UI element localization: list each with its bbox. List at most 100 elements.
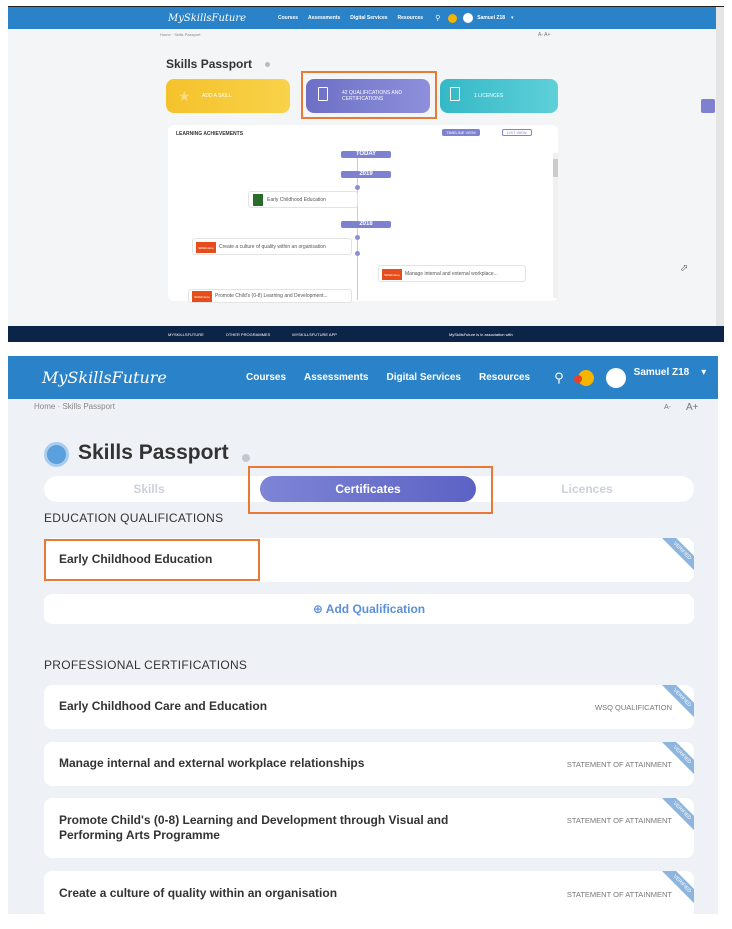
passport-icon (44, 442, 69, 467)
page-title: Skills Passport (78, 441, 229, 464)
certification-type: STATEMENT OF ATTAINMENT (566, 760, 672, 769)
avatar (463, 13, 474, 23)
add-skill-label: ADD A SKILL (202, 93, 232, 99)
timeline-item[interactable]: SkillsFuture Create a culture of quality… (192, 238, 352, 255)
chevron-down-icon: ▾ (701, 367, 707, 378)
chevron-down-icon: ▾ (511, 15, 514, 21)
top-navbar: MySkillsFuture Courses Assessments Digit… (8, 7, 724, 29)
nav-courses[interactable]: Courses (246, 372, 286, 383)
timeline-item[interactable]: Early Childhood Education (248, 191, 358, 208)
certification-name: Early Childhood Care and Education (59, 699, 268, 713)
user-name: Samuel Z18 (477, 15, 506, 21)
search-icon[interactable]: ⚲ (435, 14, 440, 22)
skills-passport-overview-screen: MySkillsFuture Courses Assessments Digit… (8, 6, 724, 342)
timeline-dot (355, 235, 360, 240)
certification-type: WSQ QUALIFICATION (595, 703, 672, 712)
page-scrollbar[interactable] (716, 7, 724, 342)
decrease-font-button[interactable]: A- (664, 404, 671, 411)
add-qualification-button[interactable]: ⊕ Add Qualification (44, 594, 694, 624)
certification-row[interactable]: Early Childhood Care and Education WSQ Q… (44, 685, 694, 729)
certification-row[interactable]: Promote Child's (0-8) Learning and Devel… (44, 798, 694, 858)
licence-icon (450, 87, 460, 101)
nav-links: Courses Assessments Digital Services Res… (278, 15, 423, 21)
info-icon[interactable] (242, 454, 250, 462)
notification-icon[interactable] (573, 369, 594, 386)
increase-font-button[interactable]: A+ (686, 402, 699, 413)
certification-row[interactable]: Create a culture of quality within an or… (44, 871, 694, 914)
search-icon[interactable]: ⚲ (554, 370, 564, 386)
timeline-item-label: Promote Child's (0-8) Learning and Devel… (215, 293, 328, 299)
verified-ribbon: VERIFIED (660, 538, 694, 573)
page-title: Skills Passport (166, 57, 253, 71)
breadcrumb[interactable]: Home · Skills Passport (34, 402, 115, 411)
notification-icon[interactable] (448, 13, 458, 23)
footer-text: MySkillsFuture is in association with (448, 331, 513, 337)
certification-name: Promote Child's (0-8) Learning and Devel… (59, 813, 449, 842)
breadcrumb[interactable]: Home · Skills Passport (160, 32, 200, 37)
year-pill-2018: 2018 (341, 221, 391, 228)
licences-label: 1 LICENCES (474, 93, 504, 99)
panel-title: LEARNING ACHIEVEMENTS (176, 131, 244, 137)
top-navbar: MySkillsFuture Courses Assessments Digit… (8, 356, 718, 399)
footer-link[interactable]: OTHER PROGRAMMES (226, 332, 270, 337)
certification-name: Manage internal and external workplace r… (59, 756, 365, 770)
learning-achievements-panel: LEARNING ACHIEVEMENTS TIMELINE VIEW LIST… (168, 125, 558, 303)
certification-type: STATEMENT OF ATTAINMENT (566, 816, 672, 825)
side-widget-button[interactable] (701, 99, 715, 113)
timeline-item-label: Manage internal and external workplace..… (405, 270, 498, 277)
skillsfuture-logo: SkillsFuture (196, 242, 216, 253)
add-skill-card[interactable]: ★ ADD A SKILL (166, 79, 290, 113)
star-icon: ★ (178, 88, 191, 104)
tab-skills[interactable]: Skills (84, 476, 214, 502)
avatar (605, 367, 626, 388)
timeline-item-label: Create a culture of quality within an or… (219, 243, 326, 250)
cursor-icon: ⬀ (680, 263, 689, 274)
user-menu[interactable]: Samuel Z18 ▾ (605, 367, 707, 388)
timeline-dot (355, 185, 360, 190)
plus-circle-icon: ⊕ (312, 602, 323, 616)
nav-digital-services[interactable]: Digital Services (387, 372, 461, 383)
skills-passport-certificates-screen: MySkillsFuture Courses Assessments Digit… (8, 356, 718, 914)
logo[interactable]: MySkillsFuture (42, 368, 246, 387)
panel-scrollbar[interactable] (553, 153, 558, 298)
certification-row[interactable]: Manage internal and external workplace r… (44, 742, 694, 786)
professional-heading: PROFESSIONAL CERTIFICATIONS (44, 658, 248, 672)
info-icon[interactable] (265, 62, 270, 67)
timeline-item[interactable]: SkillsFuture Manage internal and externa… (378, 265, 526, 282)
footer: MYSKILLSFUTURE OTHER PROGRAMMES MYSKILLS… (8, 326, 724, 342)
nav-resources[interactable]: Resources (398, 15, 424, 21)
verified-ribbon: VERIFIED (660, 871, 694, 906)
education-heading: EDUCATION QUALIFICATIONS (44, 511, 224, 525)
nav-resources[interactable]: Resources (479, 372, 530, 383)
year-pill-2019: 2019 (341, 171, 391, 178)
certification-type: STATEMENT OF ATTAINMENT (566, 890, 672, 899)
nav-assessments[interactable]: Assessments (308, 15, 340, 21)
timeline-item[interactable]: SkillsFuture Promote Child's (0-8) Learn… (188, 289, 352, 303)
user-name: Samuel Z18 (633, 367, 690, 378)
tab-licences[interactable]: Licences (522, 476, 652, 502)
footer-link[interactable]: MYSKILLSFUTURE APP (292, 332, 337, 337)
timeline-dot (355, 251, 360, 256)
timeline-view-button[interactable]: TIMELINE VIEW (442, 129, 480, 136)
shield-logo-icon (253, 194, 263, 206)
add-qualification-text: Add Qualification (325, 602, 426, 616)
nav-digital-services[interactable]: Digital Services (350, 15, 387, 21)
add-qualification-label: ⊕ Add Qualification (44, 602, 694, 616)
logo[interactable]: MySkillsFuture (168, 13, 278, 24)
list-view-button[interactable]: LIST VIEW (502, 129, 532, 136)
nav-courses[interactable]: Courses (278, 15, 298, 21)
timeline-item-label: Early Childhood Education (267, 196, 326, 203)
nav-links: Courses Assessments Digital Services Res… (246, 372, 530, 383)
font-size-controls[interactable]: A- A+ (538, 32, 550, 38)
scroll-thumb[interactable] (553, 159, 558, 177)
nav-assessments[interactable]: Assessments (304, 372, 368, 383)
today-pill: TODAY (341, 151, 391, 158)
highlight-box (44, 539, 260, 581)
certification-name: Create a culture of quality within an or… (59, 886, 338, 900)
skillsfuture-logo: SkillsFuture (192, 291, 212, 302)
footer-link[interactable]: MYSKILLSFUTURE (168, 332, 204, 337)
highlight-box (248, 466, 493, 514)
licences-card[interactable]: 1 LICENCES (440, 79, 558, 113)
user-menu[interactable]: Samuel Z18 ▾ (463, 13, 514, 23)
skillsfuture-logo: SkillsFuture (382, 269, 402, 280)
